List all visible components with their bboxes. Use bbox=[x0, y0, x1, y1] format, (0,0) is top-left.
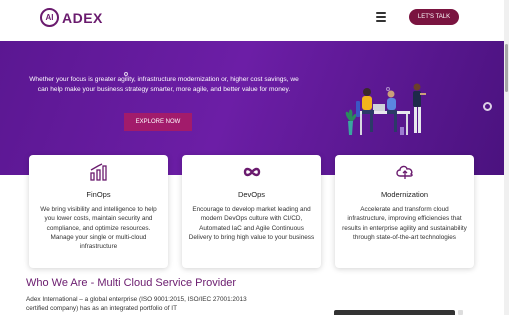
decor-circle bbox=[483, 102, 492, 111]
image-preview-bar bbox=[334, 310, 455, 315]
infinity-icon bbox=[243, 167, 261, 177]
card-title: DevOps bbox=[237, 190, 266, 199]
hamburger-menu-icon[interactable] bbox=[376, 12, 386, 22]
card-title: Modernization bbox=[380, 190, 429, 199]
bar-chart-icon bbox=[90, 163, 107, 181]
decor-square bbox=[458, 310, 463, 315]
card-text: Accelerate and transform cloud infrastru… bbox=[342, 206, 467, 241]
card-modernization: Modernization Accelerate and transform c… bbox=[335, 155, 474, 268]
team-illustration bbox=[345, 83, 426, 135]
about-heading: Who We Are - Multi Cloud Service Provide… bbox=[26, 277, 237, 289]
card-finops: FinOps We bring visibility and intellige… bbox=[29, 155, 168, 268]
card-title: FinOps bbox=[86, 190, 111, 199]
hero-description: Whether your focus is greater agility, i… bbox=[29, 76, 299, 93]
site-header: AI ADEX LET'S TALK bbox=[0, 0, 509, 36]
cloud-icon bbox=[396, 165, 413, 179]
logo-mark: AI bbox=[40, 8, 59, 27]
lets-talk-button[interactable]: LET'S TALK bbox=[409, 9, 459, 25]
logo-text: ADEX bbox=[62, 9, 103, 26]
explore-now-button[interactable]: EXPLORE NOW bbox=[124, 113, 192, 131]
logo[interactable]: AI ADEX bbox=[40, 8, 103, 27]
card-text: We bring visibility and intelligence to … bbox=[40, 206, 157, 251]
card-text: Encourage to develop market leading and … bbox=[188, 206, 315, 241]
scrollbar-thumb[interactable] bbox=[505, 44, 508, 92]
about-description: Adex International – a global enterprise… bbox=[26, 296, 247, 313]
card-devops: DevOps Encourage to develop market leadi… bbox=[182, 155, 321, 268]
